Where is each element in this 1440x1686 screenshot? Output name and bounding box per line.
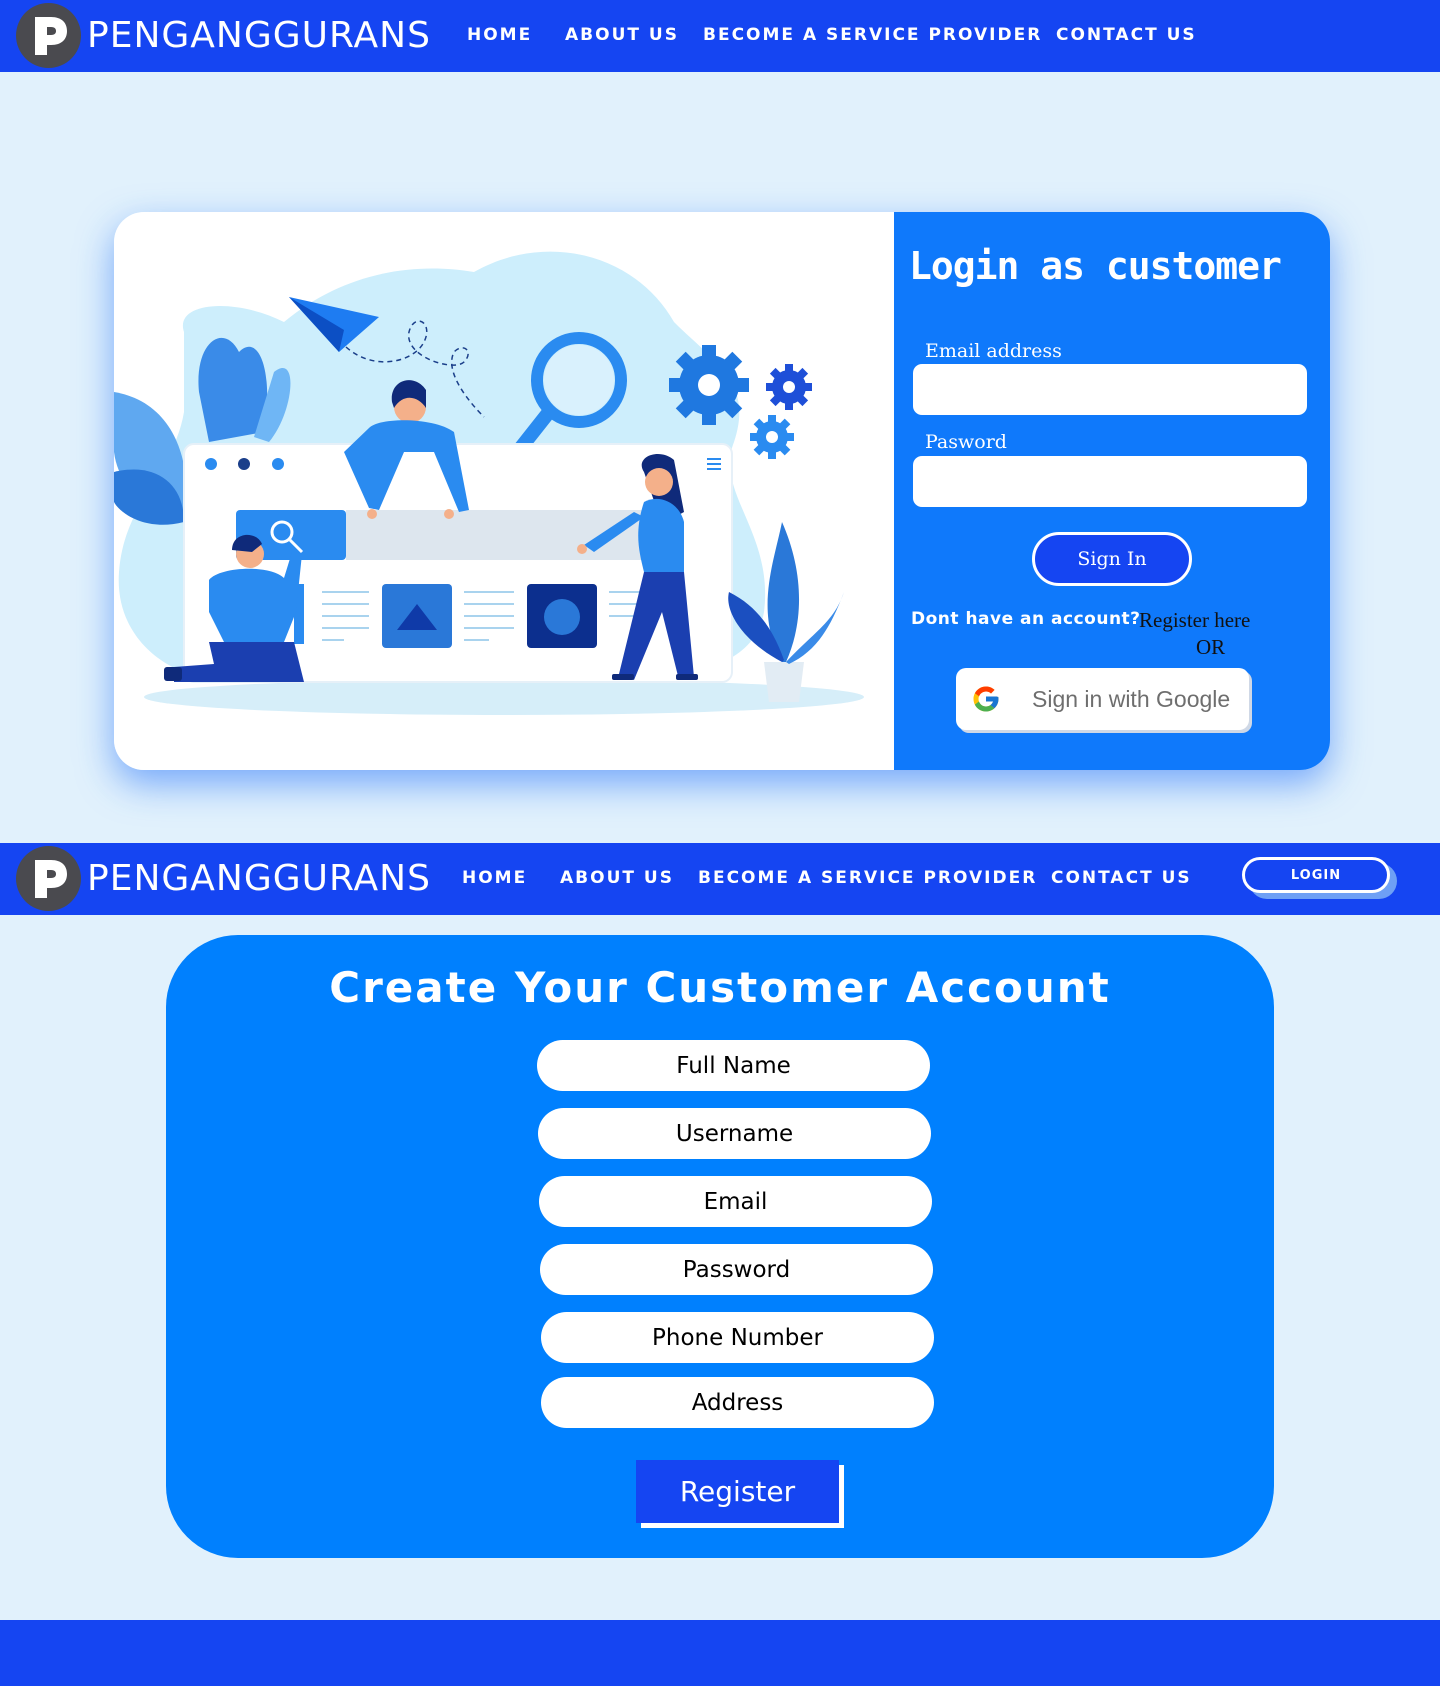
google-sign-in-button[interactable]: Sign in with Google	[956, 668, 1249, 730]
or-divider: OR	[1196, 635, 1226, 659]
login-card: Login as customer Email address Pasword …	[114, 212, 1330, 770]
password-input[interactable]	[913, 456, 1307, 507]
top-navbar: PENGANGGURANS HOME ABOUT US BECOME A SER…	[0, 0, 1440, 72]
google-g-icon	[971, 684, 1001, 719]
illustration-panel	[114, 212, 894, 770]
password-label: Pasword	[925, 431, 1007, 453]
brand-name[interactable]: PENGANGGURANS	[87, 857, 431, 901]
nav-about-us[interactable]: ABOUT US	[560, 867, 674, 889]
login-form-panel: Login as customer Email address Pasword …	[894, 212, 1330, 770]
register-button[interactable]: Register	[636, 1460, 839, 1523]
phone-number-input[interactable]	[541, 1312, 934, 1363]
register-here-link[interactable]: Register here	[1139, 608, 1250, 633]
nav-become-service-provider[interactable]: BECOME A SERVICE PROVIDER	[698, 867, 1037, 889]
email-label: Email address	[925, 340, 1062, 362]
address-input[interactable]	[541, 1377, 934, 1428]
nav-home[interactable]: HOME	[467, 24, 532, 46]
full-name-input[interactable]	[537, 1040, 930, 1091]
username-input[interactable]	[538, 1108, 931, 1159]
google-sign-in-label: Sign in with Google	[1032, 686, 1231, 712]
register-title: Create Your Customer Account	[329, 963, 1111, 1012]
nav-about-us[interactable]: ABOUT US	[565, 24, 679, 46]
nav-home[interactable]: HOME	[462, 867, 527, 889]
email-input[interactable]	[913, 364, 1307, 415]
sign-in-button[interactable]: Sign In	[1032, 532, 1192, 586]
brand-logo-icon[interactable]	[16, 846, 81, 911]
second-navbar: PENGANGGURANS HOME ABOUT US BECOME A SER…	[0, 843, 1440, 915]
register-card: Create Your Customer Account Register	[166, 935, 1274, 1558]
footer-bar	[0, 1620, 1440, 1686]
login-title: Login as customer	[909, 244, 1282, 288]
nav-contact-us[interactable]: CONTACT US	[1051, 867, 1192, 889]
no-account-text: Dont have an account?	[911, 609, 1141, 629]
password-input[interactable]	[540, 1244, 933, 1295]
brand-name[interactable]: PENGANGGURANS	[87, 14, 431, 58]
hero-illustration	[114, 251, 864, 715]
email-input[interactable]	[539, 1176, 932, 1227]
nav-become-service-provider[interactable]: BECOME A SERVICE PROVIDER	[703, 24, 1042, 46]
brand-logo-icon[interactable]	[16, 3, 81, 68]
nav-contact-us[interactable]: CONTACT US	[1056, 24, 1197, 46]
login-button[interactable]: LOGIN	[1242, 857, 1390, 893]
